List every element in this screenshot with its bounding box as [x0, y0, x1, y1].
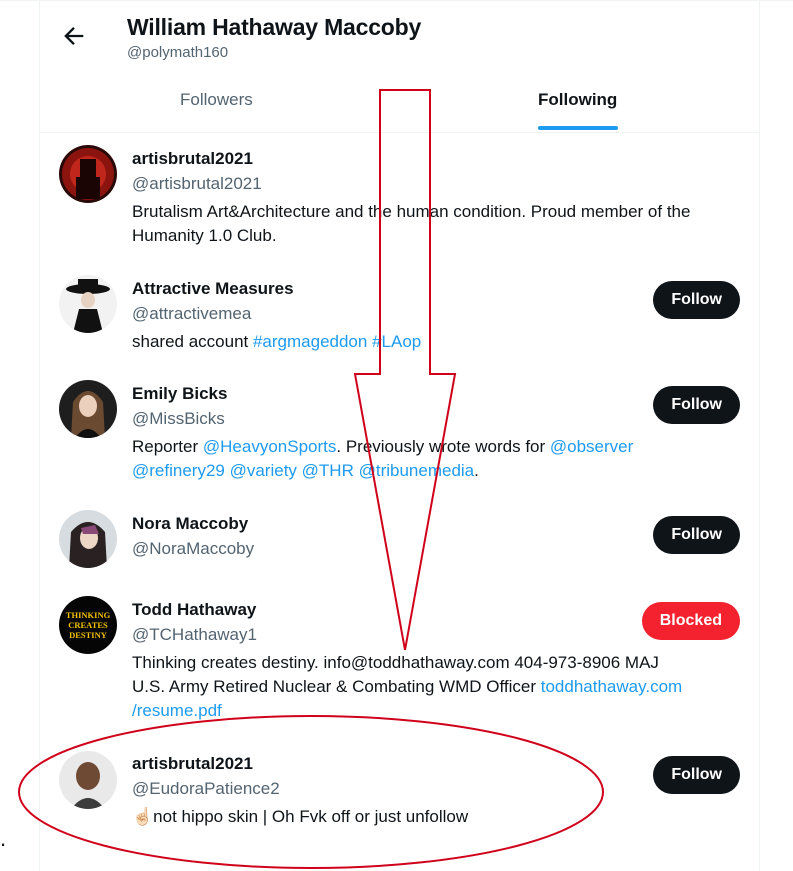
profile-header: William Hathaway Maccoby @polymath160 Fo… [40, 0, 759, 133]
hashtag-link[interactable]: #LAop [372, 332, 421, 351]
bio-text: Brutalism Art&Architecture and the human… [132, 202, 691, 221]
arrow-left-icon[interactable] [60, 22, 88, 50]
account-bio: ☝🏻not hippo skin | Oh Fvk off or just un… [132, 805, 742, 829]
bio-text: ☝🏻not hippo skin | Oh Fvk off or just un… [132, 807, 469, 826]
follow-button[interactable]: Follow [653, 281, 740, 319]
avatar[interactable] [59, 751, 117, 809]
avatar-logo-text: THINKING [66, 610, 111, 620]
account-name[interactable]: Attractive Measures [132, 279, 294, 299]
avatar[interactable] [59, 380, 117, 438]
follow-button[interactable]: Follow [653, 386, 740, 424]
tab-followers[interactable]: Followers [180, 90, 253, 110]
active-tab-indicator [538, 126, 618, 130]
bio-text: . Previously wrote words for [336, 437, 550, 456]
website-link[interactable]: toddhathaway.com [541, 677, 682, 696]
follow-button[interactable]: Follow [653, 756, 740, 794]
account-handle[interactable]: @artisbrutal2021 [132, 174, 262, 194]
bio-text: U.S. Army Retired Nuclear & Combating WM… [132, 677, 541, 696]
bio-text: Humanity 1.0 Club. [132, 226, 277, 245]
avatar[interactable] [59, 145, 117, 203]
mention-link[interactable]: @observer [550, 437, 633, 456]
account-bio: shared account #argmageddon #LAop [132, 330, 742, 354]
hashtag-link[interactable]: #argmageddon [253, 332, 367, 351]
avatar[interactable]: THINKING CREATES DESTINY [59, 596, 117, 654]
page-handle: @polymath160 [127, 44, 229, 61]
mention-link[interactable]: @variety [230, 461, 297, 480]
account-bio: Brutalism Art&Architecture and the human… [132, 200, 742, 248]
tab-following[interactable]: Following [538, 90, 617, 110]
bio-text: shared account [132, 332, 253, 351]
left-edge-text: . [0, 826, 7, 851]
avatar-logo-text: CREATES [68, 620, 108, 630]
blocked-button[interactable]: Blocked [641, 602, 740, 640]
following-panel: William Hathaway Maccoby @polymath160 Fo… [39, 0, 760, 871]
account-name[interactable]: Nora Maccoby [132, 514, 248, 534]
account-name[interactable]: Todd Hathaway [132, 600, 256, 620]
follow-button[interactable]: Follow [653, 516, 740, 554]
account-name[interactable]: Emily Bicks [132, 384, 227, 404]
account-handle[interactable]: @attractivemea [132, 304, 251, 324]
account-name[interactable]: artisbrutal2021 [132, 754, 253, 774]
bio-text: . [474, 461, 479, 480]
avatar-logo-text: DESTINY [69, 630, 107, 640]
bio-text: Thinking creates destiny. info@toddhatha… [132, 653, 659, 672]
account-handle[interactable]: @NoraMaccoby [132, 539, 254, 559]
account-bio: Reporter @HeavyonSports. Previously wrot… [132, 435, 742, 483]
bio-text: Reporter [132, 437, 203, 456]
account-bio: Thinking creates destiny. info@toddhatha… [132, 651, 742, 723]
account-handle[interactable]: @TCHathaway1 [132, 625, 257, 645]
account-name[interactable]: artisbrutal2021 [132, 149, 253, 169]
account-handle[interactable]: @EudoraPatience2 [132, 779, 280, 799]
avatar[interactable] [59, 510, 117, 568]
page-title: William Hathaway Maccoby [127, 14, 422, 40]
mention-link[interactable]: @THR [302, 461, 354, 480]
mention-link[interactable]: @refinery29 [132, 461, 225, 480]
website-link[interactable]: /resume.pdf [132, 701, 222, 720]
account-handle[interactable]: @MissBicks [132, 409, 225, 429]
mention-link[interactable]: @HeavyonSports [203, 437, 337, 456]
mention-link[interactable]: @tribunemedia [359, 461, 475, 480]
avatar[interactable] [59, 275, 117, 333]
